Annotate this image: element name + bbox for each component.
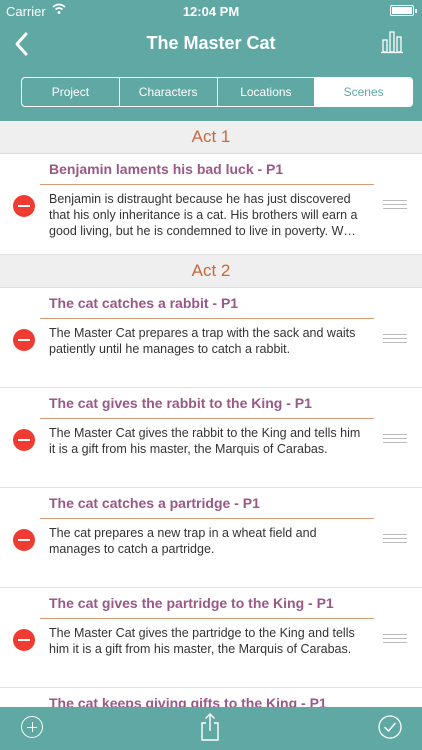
scene-title-divider	[40, 518, 374, 519]
scene-description: The Master Cat gives the rabbit to the K…	[49, 426, 361, 456]
scene-row[interactable]: Benjamin laments his bad luck - P1 Benja…	[0, 154, 422, 255]
segment-characters[interactable]: Characters	[120, 78, 218, 106]
navigation-bar: The Master Cat	[0, 22, 422, 66]
scene-title: Benjamin laments his bad luck - P1	[49, 161, 284, 177]
reorder-handle-icon[interactable]	[383, 534, 407, 544]
scene-title-divider	[40, 318, 374, 319]
scene-row[interactable]: The cat catches a partridge - P1 The cat…	[0, 488, 422, 588]
scene-list: Act 1 Benjamin laments his bad luck - P1…	[0, 121, 422, 707]
scene-description: The cat prepares a new trap in a wheat f…	[49, 526, 317, 556]
bar-chart-icon[interactable]	[380, 30, 404, 54]
act-header: Act 2	[0, 255, 422, 288]
scene-row[interactable]: The cat keeps giving gifts to the King -…	[0, 688, 422, 707]
scene-row[interactable]: The cat gives the partridge to the King …	[0, 588, 422, 688]
scene-description: Benjamin is distraught because he has ju…	[49, 192, 358, 238]
section-segmented-control: Project Characters Locations Scenes	[21, 77, 413, 107]
delete-circle-icon[interactable]	[13, 629, 35, 651]
scene-title: The cat gives the partridge to the King …	[49, 595, 334, 611]
battery-icon	[390, 5, 417, 16]
delete-circle-icon[interactable]	[13, 195, 35, 217]
act-header: Act 1	[0, 121, 422, 154]
scene-description: The Master Cat gives the partridge to th…	[49, 626, 355, 656]
status-bar: Carrier 12:04 PM	[0, 0, 422, 22]
reorder-handle-icon[interactable]	[383, 334, 407, 344]
scene-title: The cat keeps giving gifts to the King -…	[49, 695, 327, 707]
reorder-handle-icon[interactable]	[383, 434, 407, 444]
delete-circle-icon[interactable]	[13, 429, 35, 451]
status-time: 12:04 PM	[182, 4, 240, 19]
scene-title-divider	[40, 418, 374, 419]
add-circle-icon[interactable]	[21, 716, 43, 738]
segment-project[interactable]: Project	[22, 78, 120, 106]
reorder-handle-icon[interactable]	[383, 634, 407, 644]
delete-circle-icon[interactable]	[13, 329, 35, 351]
reorder-handle-icon[interactable]	[383, 200, 407, 210]
share-icon[interactable]	[198, 712, 222, 742]
top-bar: Carrier 12:04 PM The Master Cat Project …	[0, 0, 422, 121]
bottom-toolbar	[0, 707, 422, 750]
scene-title-divider	[40, 184, 374, 185]
delete-circle-icon[interactable]	[13, 529, 35, 551]
scene-row[interactable]: The cat gives the rabbit to the King - P…	[0, 388, 422, 488]
chevron-left-icon[interactable]	[10, 30, 34, 58]
scene-row[interactable]: The cat catches a rabbit - P1 The Master…	[0, 288, 422, 388]
segment-scenes[interactable]: Scenes	[315, 78, 412, 106]
scene-title: The cat catches a rabbit - P1	[49, 295, 239, 311]
scene-title: The cat gives the rabbit to the King - P…	[49, 395, 312, 411]
segment-locations[interactable]: Locations	[218, 78, 316, 106]
scene-title: The cat catches a partridge - P1	[49, 495, 260, 511]
scene-description: The Master Cat prepares a trap with the …	[49, 326, 356, 356]
checkmark-circle-icon[interactable]	[378, 715, 402, 739]
scene-title-divider	[40, 618, 374, 619]
page-title: The Master Cat	[146, 33, 276, 53]
